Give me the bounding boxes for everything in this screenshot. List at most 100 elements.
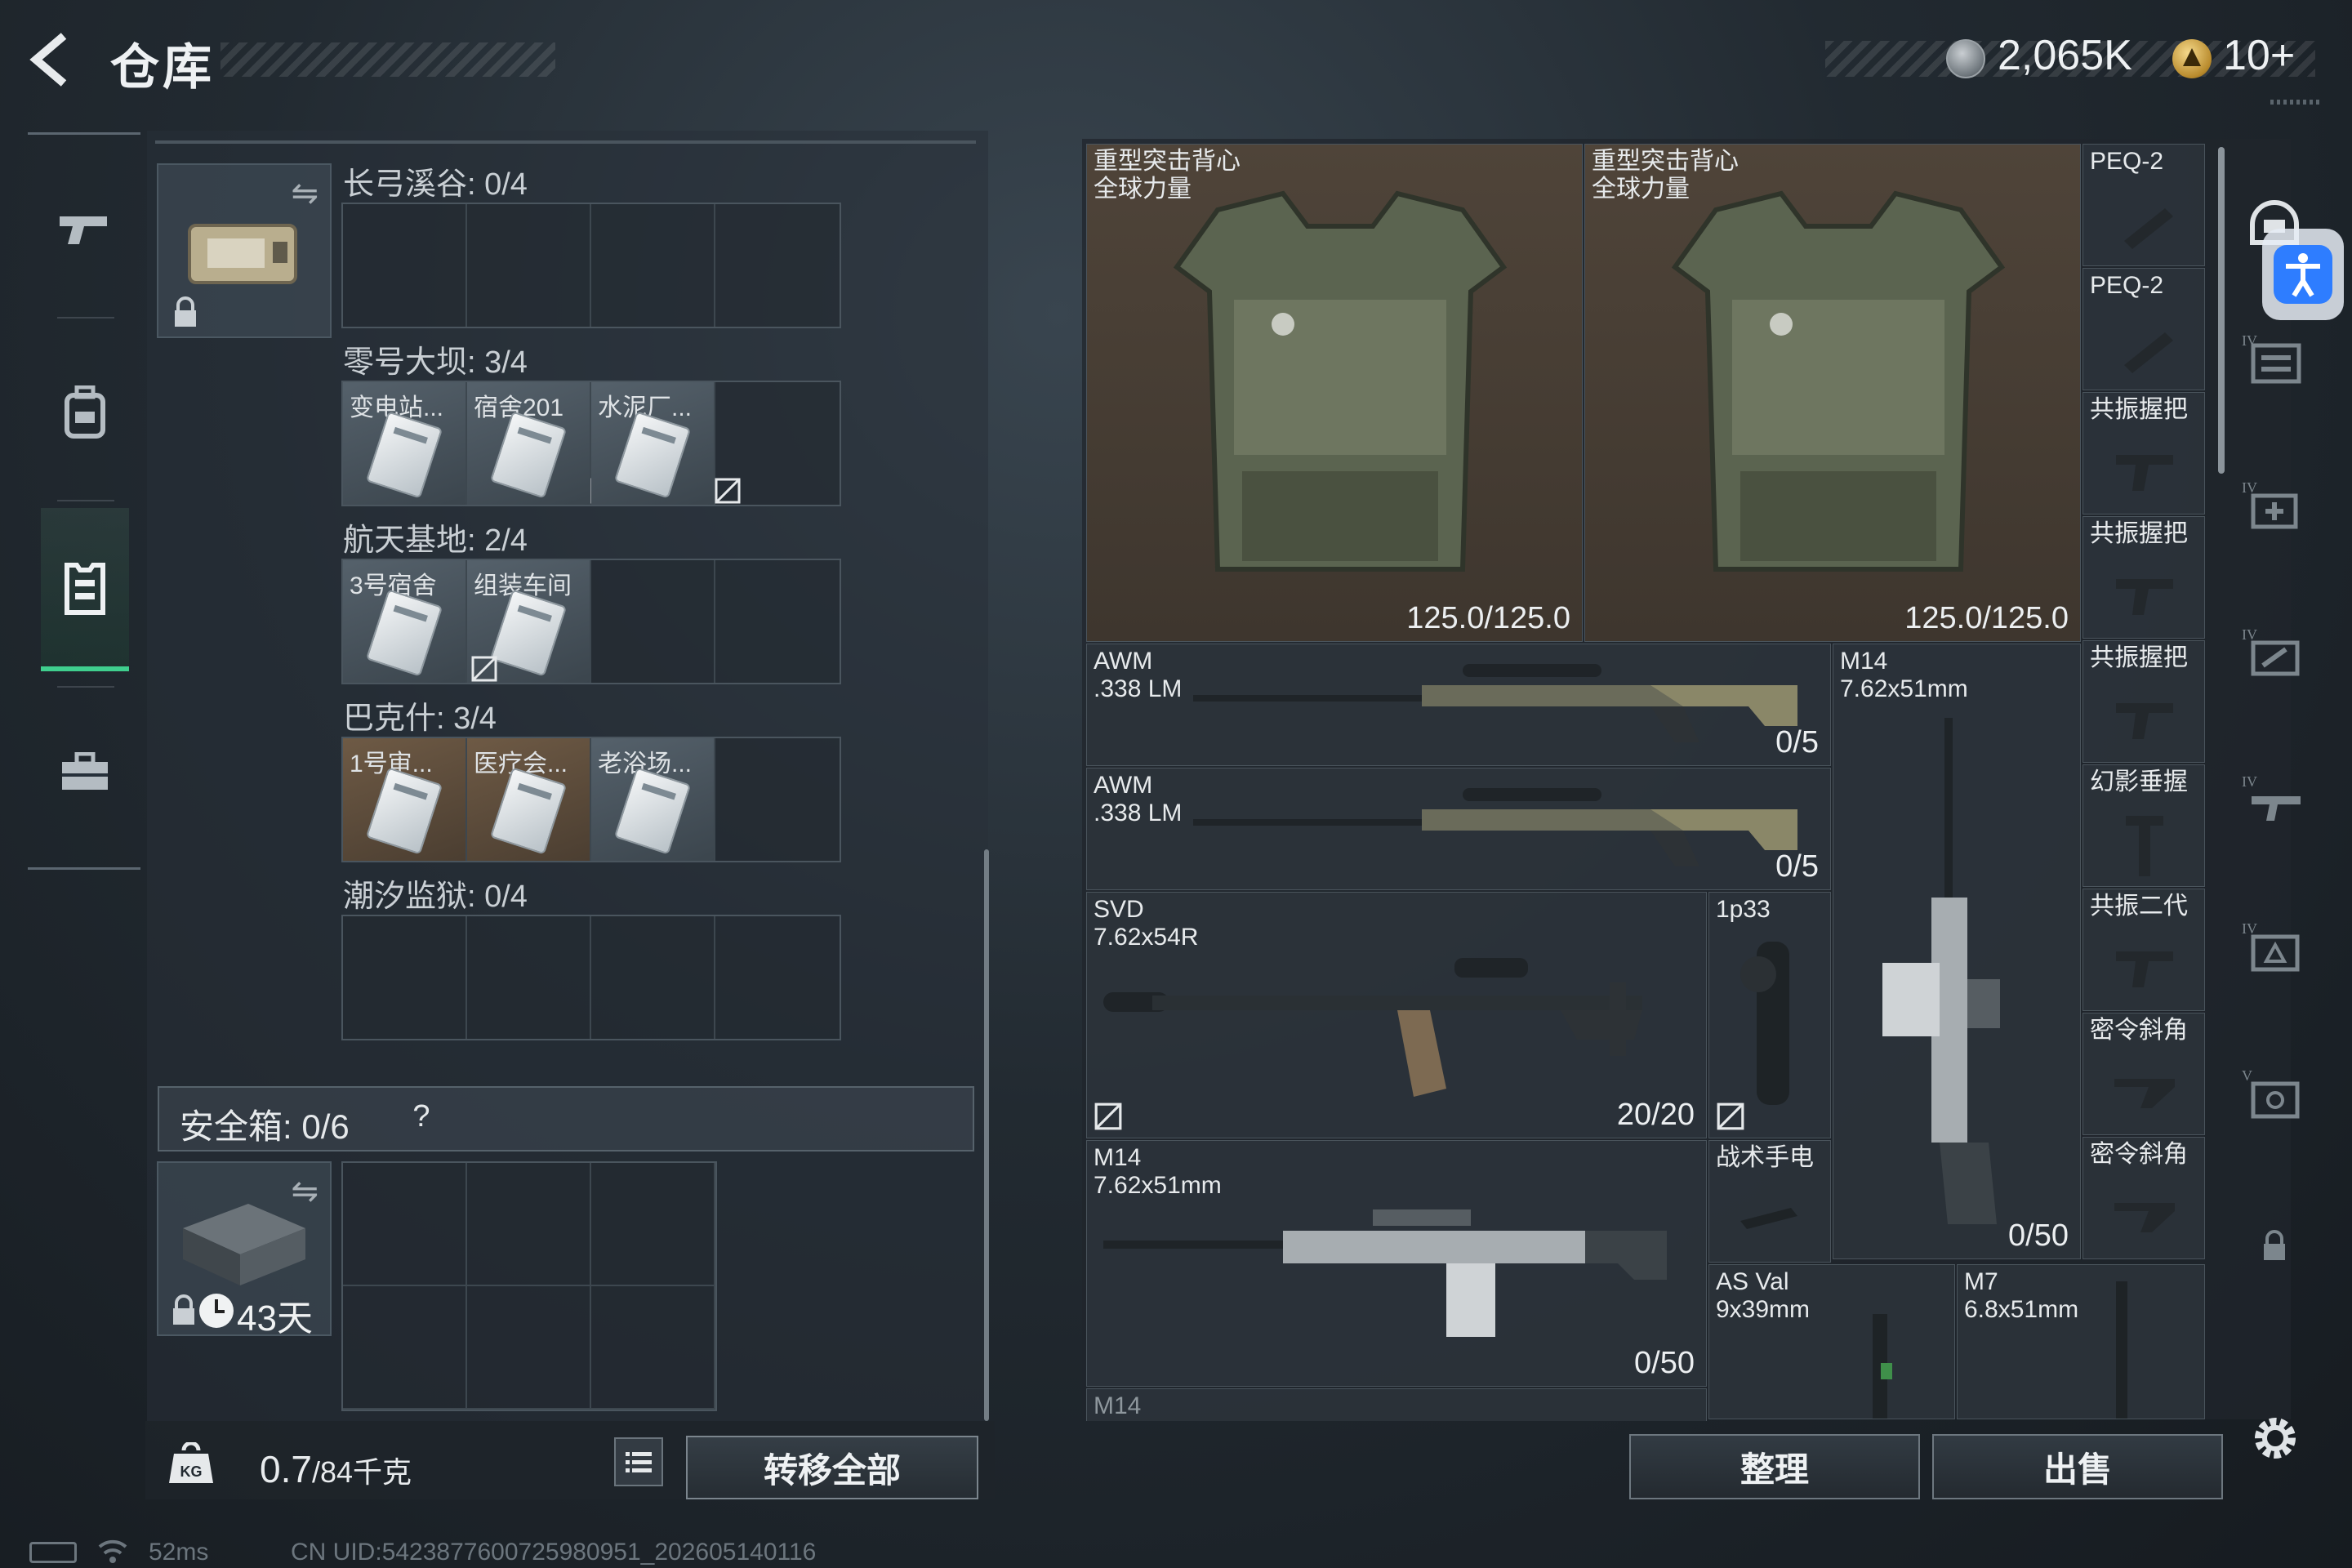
empty-slot[interactable] [715,738,840,861]
inventory-item-attachment[interactable]: PEQ-2 [2082,144,2205,266]
inventory-item-scope[interactable]: 1p33 [1708,892,1831,1138]
inventory-item-attachment[interactable]: 共振握把 [2082,516,2205,639]
rifle-image [1873,1314,1892,1419]
back-arrow-icon[interactable] [24,31,82,88]
keycard-case-icon [188,224,297,284]
network-ping: 52ms [149,1539,209,1566]
swap-icon[interactable]: ⇋ [291,175,318,212]
inventory-item-attachment[interactable]: 共振握把 [2082,392,2205,514]
marksman-rifle-image [1103,958,1642,1097]
nav-separator [57,686,114,688]
map-label-brakkesh: 巴克什: 3/4 [343,702,497,736]
keycard-icon [489,411,568,499]
keycard-slot[interactable]: 水泥厂... [591,382,741,505]
empty-slot[interactable] [591,916,715,1039]
inventory-item-rifle[interactable]: AWM .338 LM 0/5 [1086,644,1831,766]
ticket-balance[interactable]: 10+ [2223,31,2295,80]
nav-bottom-line [28,867,140,870]
empty-slot[interactable] [343,1163,467,1286]
keycard-slot[interactable]: 老浴场... [591,738,715,861]
sell-button[interactable]: 出售 [1932,1434,2223,1499]
inventory-item-attachment[interactable]: 密令斜角 [2082,1013,2205,1135]
keycard-slot[interactable]: 3号宿舍 [343,560,467,683]
inventory-item-vest[interactable]: 重型突击背心 全球力量 125.0/125.0 [1584,144,2081,642]
inventory-item-rifle[interactable]: M7 6.8x51mm [1957,1264,2205,1419]
keycard-case-slot[interactable]: ⇋ [157,163,332,338]
empty-slot[interactable] [467,916,591,1039]
inventory-item-flashlight[interactable]: 战术手电 [1708,1140,1831,1263]
empty-slot[interactable] [715,560,840,683]
keycard-slot[interactable]: 医疗会... [467,738,591,861]
inventory-item-attachment[interactable]: 密令斜角 [2082,1137,2205,1259]
help-icon[interactable]: ? [403,1099,439,1135]
sidebar-locked-slot[interactable] [2242,1213,2307,1278]
empty-slot[interactable] [467,1286,591,1410]
title-stripe-decoration [220,42,555,77]
empty-slot[interactable] [467,1163,591,1286]
sidebar-medical-tier4[interactable]: IV [2242,474,2307,539]
sniper-rifle-image [1193,788,1797,866]
empty-slot[interactable] [343,204,467,327]
sidebar-weapon-tier4[interactable]: IV [2242,768,2307,833]
accessibility-button[interactable] [2262,229,2344,320]
backpack-icon [65,385,105,439]
empty-slot[interactable] [591,204,715,327]
empty-slot[interactable] [715,916,840,1039]
nav-armor[interactable] [41,508,129,671]
item-name: 共振二代 [2090,893,2188,920]
accessibility-icon-bg [2274,245,2332,304]
sidebar-vault-tier5[interactable]: V [2242,1062,2307,1127]
sidebar-ammo-tier4[interactable]: IV [2242,915,2307,980]
nav-separator [57,317,114,318]
sort-button[interactable]: 整理 [1629,1434,1920,1499]
inventory-scrollbar[interactable] [2218,147,2225,474]
lock-icon [2264,1230,2285,1260]
medical-kit-icon: IV [2242,479,2298,529]
list-icon [626,1452,652,1472]
inventory-item-rifle[interactable]: M14 7.62x51mm 0/50 [1833,644,2081,1259]
inventory-item-rifle[interactable]: SVD 7.62x54R 20/20 [1086,892,1707,1138]
inventory-item-rifle[interactable]: AWM .338 LM 0/5 [1086,768,1831,890]
left-scrollbar[interactable] [984,849,989,1421]
list-view-button[interactable] [614,1437,663,1486]
nav-backpack[interactable] [41,331,129,494]
keycard-icon [613,411,692,499]
empty-slot[interactable] [591,560,715,683]
vertical-grip-icon [2126,816,2163,876]
svg-text:IV: IV [2242,920,2257,937]
inventory-item-rifle[interactable]: AS Val 9x39mm [1708,1264,1955,1419]
keycard-slot[interactable]: 变电站... [343,382,467,505]
keycard-slot[interactable]: 组装车间 [467,560,591,683]
map-label-longbow: 长弓溪谷: 0/4 [343,167,528,202]
keycard-slot[interactable]: 1号审... [343,738,467,861]
empty-slot[interactable] [591,1163,715,1286]
inventory-item-rifle[interactable]: M14 7.62x51mm 0/50 [1086,1140,1707,1387]
gear-icon[interactable] [2246,1409,2305,1468]
user-uid: CN UID:5423877600725980951_202605140116 [291,1539,817,1566]
empty-slot[interactable] [715,382,840,505]
coin-balance[interactable]: 2,065K [1998,31,2132,80]
item-ammo: 0/5 [1775,849,1819,884]
item-name: 1p33 [1716,896,1771,923]
keycard-row-dam: 变电站... 宿舍201 水泥厂... [341,381,841,506]
sidebar-storage-tier4[interactable]: IV [2242,327,2307,392]
nav-case[interactable] [41,690,129,853]
sidebar-workbench-tier4[interactable]: IV [2242,621,2307,686]
inventory-item-attachment[interactable]: 共振握把 [2082,640,2205,763]
nav-weapons[interactable] [41,147,129,310]
empty-slot[interactable] [591,1286,715,1410]
empty-slot[interactable] [343,916,467,1039]
safe-box-days-remaining: 43天 [237,1298,313,1339]
inventory-item-rifle[interactable]: M14 [1086,1388,1707,1421]
keycard-slot[interactable]: 宿舍201 [467,382,617,505]
item-ammo: 0/50 [1634,1346,1695,1380]
inventory-item-attachment[interactable]: 共振二代 [2082,889,2205,1011]
inventory-item-vest[interactable]: 重型突击背心 全球力量 125.0/125.0 [1086,144,1583,642]
empty-slot[interactable] [715,204,840,327]
transfer-all-button[interactable]: 转移全部 [686,1436,978,1499]
inventory-item-attachment[interactable]: 幻影垂握 [2082,764,2205,887]
inventory-item-attachment[interactable]: PEQ-2 [2082,268,2205,390]
item-name: 幻影垂握 [2090,768,2188,795]
empty-slot[interactable] [343,1286,467,1410]
empty-slot[interactable] [467,204,591,327]
